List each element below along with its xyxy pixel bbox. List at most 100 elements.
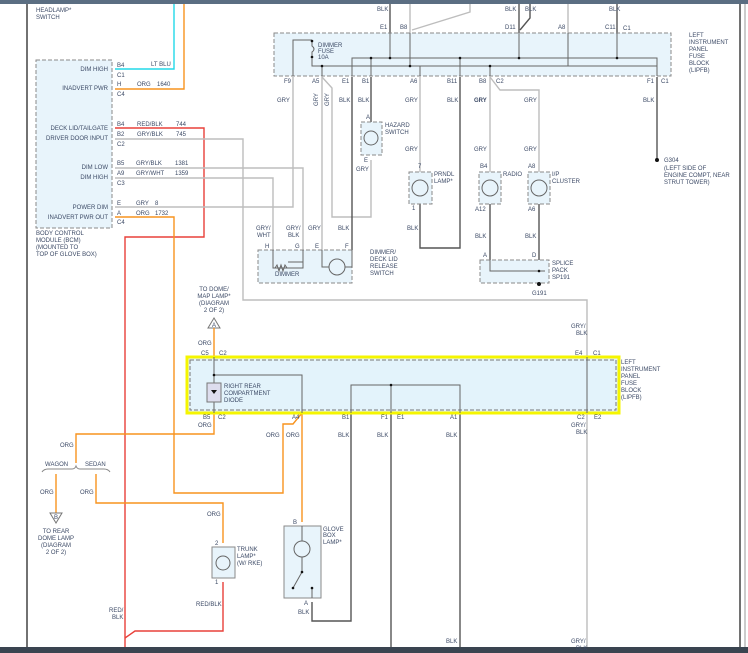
wire-label: RED/BLK	[196, 602, 222, 608]
svg-text:LEFT: LEFT	[689, 33, 704, 39]
svg-text:A5: A5	[312, 79, 320, 85]
pin-label: 2	[215, 541, 219, 547]
svg-text:MODULE (BCM): MODULE (BCM)	[36, 238, 81, 244]
terminal: B4	[117, 122, 125, 128]
svg-text:A6: A6	[410, 79, 418, 85]
svg-text:A8: A8	[558, 25, 566, 31]
bcm-pin-label: DIM LOW	[82, 165, 109, 171]
svg-text:2 OF 2): 2 OF 2)	[46, 550, 66, 556]
bcm-pin-label: POWER DIM	[73, 205, 108, 211]
svg-text:F1: F1	[647, 79, 655, 85]
connector: C3	[117, 181, 125, 187]
svg-text:(DIAGRAM: (DIAGRAM	[41, 543, 71, 549]
svg-text:RELEASE: RELEASE	[370, 264, 398, 270]
dimmer-switch-name: DIMMER/ DECK LID RELEASE SWITCH	[370, 250, 398, 277]
terminal: B5	[117, 161, 125, 167]
glove-label: LAMP*	[323, 540, 342, 546]
svg-text:745: 745	[176, 132, 187, 138]
fuse-top-wire-colors: GRY GRY GRY BLK BLK GRY BLK GRY GRY BLK	[277, 93, 654, 106]
svg-text:ORG: ORG	[136, 211, 150, 217]
wire-label: GRY/	[571, 639, 586, 645]
wire-label: RED/	[109, 608, 124, 614]
sedan-label: SEDAN	[85, 462, 106, 468]
dimmer-deck-lid-release-switch	[257, 249, 353, 284]
terminal: A	[117, 211, 121, 217]
dome-lamp-text: TO DOME/ MAP LAMP* (DIAGRAM 2 OF 2)	[197, 287, 231, 314]
svg-text:C1: C1	[593, 351, 601, 357]
fuse-top-wire-labels: BLK BLK BLK BLK	[377, 7, 620, 13]
svg-text:G: G	[295, 244, 300, 250]
svg-text:GRY/: GRY/	[571, 324, 586, 330]
svg-text:C2: C2	[218, 415, 226, 421]
ground-label: G191	[532, 291, 547, 297]
svg-text:SWITCH: SWITCH	[370, 271, 394, 277]
pin-label: 1	[215, 580, 219, 586]
svg-text:B8: B8	[479, 79, 487, 85]
wire-label: BLK	[576, 646, 587, 652]
pin-label: A12	[475, 207, 486, 213]
wire-label: BLK	[525, 234, 536, 240]
trunk-label: TRUNK	[237, 547, 258, 553]
ground-desc: ENGINE COMPT, NEAR	[664, 173, 730, 179]
top-bar	[0, 0, 748, 4]
radio-label: RADIO	[503, 172, 522, 178]
bcm-pin-label: DECK LID/TAILGATE	[51, 126, 108, 132]
svg-text:GRY: GRY	[325, 93, 331, 106]
trunk-lamp	[211, 546, 236, 579]
ground-desc: STRUT TOWER)	[664, 180, 710, 186]
svg-text:ORG: ORG	[137, 82, 151, 88]
svg-text:A4: A4	[292, 415, 300, 421]
svg-text:GRY: GRY	[136, 201, 149, 207]
svg-text:GRY/BLK: GRY/BLK	[137, 132, 163, 138]
wire-label: BLK	[407, 226, 418, 232]
svg-text:C1: C1	[623, 26, 631, 32]
svg-text:PANEL: PANEL	[621, 374, 641, 380]
svg-text:LEFT: LEFT	[621, 360, 636, 366]
wire-label: BLK	[298, 610, 309, 616]
svg-text:PANEL: PANEL	[689, 47, 709, 53]
dimmer-label: DIMMER	[275, 272, 300, 278]
wagon-label: WAGON	[45, 462, 68, 468]
svg-text:DOME LAMP: DOME LAMP	[38, 536, 74, 542]
svg-text:BLK: BLK	[338, 433, 349, 439]
splice-label: SP191	[552, 275, 571, 281]
svg-text:BLOCK: BLOCK	[689, 61, 709, 67]
hazard-label: SWITCH	[385, 130, 409, 136]
svg-text:F1: F1	[381, 415, 389, 421]
svg-text:A1: A1	[450, 415, 458, 421]
svg-text:DECK LID: DECK LID	[370, 257, 398, 263]
svg-text:D11: D11	[505, 25, 516, 31]
svg-text:BLK: BLK	[339, 98, 350, 104]
pin-label: 1	[412, 206, 416, 212]
svg-text:DIMMER/: DIMMER/	[370, 250, 396, 256]
svg-text:BLK: BLK	[576, 430, 587, 436]
svg-text:C11: C11	[605, 25, 616, 31]
svg-text:E1: E1	[397, 415, 405, 421]
connector-label: B	[54, 515, 58, 521]
connector: C4	[117, 92, 125, 98]
fuse-bottom-name: LEFT INSTRUMENT PANEL FUSE BLOCK (LIPFB)	[621, 360, 661, 401]
svg-text:1359: 1359	[175, 171, 189, 177]
svg-text:1732: 1732	[155, 211, 169, 217]
svg-text:BLK: BLK	[643, 98, 654, 104]
svg-text:(LIPFB): (LIPFB)	[689, 68, 710, 74]
svg-text:ORG: ORG	[286, 433, 300, 439]
svg-text:GRY: GRY	[474, 98, 487, 104]
fuse-top-name: LEFT INSTRUMENT PANEL FUSE BLOCK (LIPFB)	[689, 33, 729, 74]
ground-icon	[655, 158, 659, 162]
svg-text:LT BLU: LT BLU	[151, 62, 171, 68]
svg-text:1640: 1640	[157, 82, 171, 88]
svg-text:GRY: GRY	[308, 226, 321, 232]
svg-text:WHT: WHT	[257, 233, 271, 239]
cluster-label: I/P	[552, 172, 559, 178]
svg-text:ORG: ORG	[207, 512, 221, 518]
svg-text:COMPARTMENT: COMPARTMENT	[224, 391, 271, 397]
svg-text:GRY/WHT: GRY/WHT	[136, 171, 165, 177]
bcm-pin-label: INADVERT PWR OUT	[48, 215, 108, 221]
wire-label: GRY	[356, 167, 369, 173]
trunk-label: LAMP*	[237, 554, 256, 560]
wire-label: ORG	[198, 341, 212, 347]
svg-text:(MOUNTED TO: (MOUNTED TO	[36, 245, 78, 251]
svg-text:E2: E2	[594, 415, 602, 421]
headlamp-label: HEADLAMP*	[36, 8, 72, 14]
